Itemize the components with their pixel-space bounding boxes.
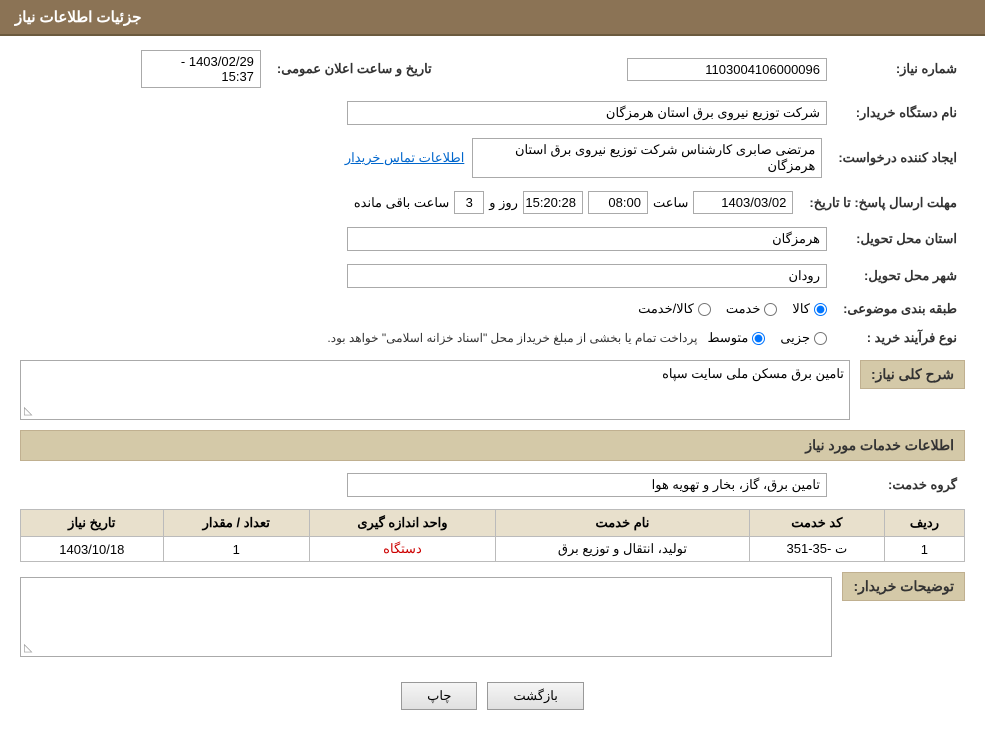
print-button[interactable]: چاپ bbox=[401, 682, 477, 710]
process-note: پرداخت تمام یا بخشی از مبلغ خریداز محل "… bbox=[327, 331, 697, 345]
deadline-time-box: 08:00 bbox=[588, 191, 648, 214]
process-partial-label: جزیی bbox=[780, 330, 810, 346]
buyer-notes-title: توضیحات خریدار: bbox=[842, 572, 965, 601]
service-group-table: گروه خدمت: تامین برق، گاز، بخار و تهویه … bbox=[20, 469, 965, 501]
col-service-name: نام خدمت bbox=[496, 510, 750, 537]
category-radio-group: کالا خدمت کالا/خدمت bbox=[28, 301, 827, 317]
deadline-remaining-label: ساعت باقی مانده bbox=[354, 195, 449, 211]
announce-date-label: تاریخ و ساعت اعلان عمومی: bbox=[269, 46, 440, 92]
page-container: جزئیات اطلاعات نیاز شماره نیاز: 11030041… bbox=[0, 0, 985, 730]
general-desc-box: تامین برق مسکن ملی سایت سپاه ◺ bbox=[20, 360, 850, 420]
services-section-title: اطلاعات خدمات مورد نیاز bbox=[20, 430, 965, 461]
col-row-num: ردیف bbox=[884, 510, 964, 537]
deadline-remaining-box: 15:20:28 bbox=[523, 191, 583, 214]
announce-date-box: 1403/02/29 - 15:37 bbox=[141, 50, 261, 88]
buyer-notes-content bbox=[21, 578, 831, 653]
buyer-org-box: شرکت توزیع نیروی برق استان هرمزگان bbox=[347, 101, 827, 125]
services-table-body: 1 ت -35-351 تولید، انتقال و توزیع برق دس… bbox=[21, 537, 965, 562]
request-number-label: شماره نیاز: bbox=[835, 46, 965, 92]
category-goods-label: کالا bbox=[792, 301, 810, 317]
unit: دستگاه bbox=[309, 537, 495, 562]
general-desc-section: شرح کلی نیاز: تامین برق مسکن ملی سایت سپ… bbox=[20, 360, 965, 420]
province-label: استان محل تحویل: bbox=[835, 223, 965, 255]
buyer-notes-section: توضیحات خریدار: ◺ bbox=[20, 572, 965, 657]
city-box: رودان bbox=[347, 264, 827, 288]
process-medium-label: متوسط bbox=[707, 330, 748, 346]
col-quantity: تعداد / مقدار bbox=[163, 510, 309, 537]
info-table-row7: طبقه بندی موضوعی: کالا خدمت bbox=[20, 297, 965, 321]
services-table-header: ردیف کد خدمت نام خدمت واحد اندازه گیری ت… bbox=[21, 510, 965, 537]
creator-label: ایجاد کننده درخواست: bbox=[830, 134, 965, 182]
category-label: طبقه بندی موضوعی: bbox=[835, 297, 965, 321]
buyer-org-value: شرکت توزیع نیروی برق استان هرمزگان bbox=[20, 97, 835, 129]
service-group-label: گروه خدمت: bbox=[835, 469, 965, 501]
service-name: تولید، انتقال و توزیع برق bbox=[496, 537, 750, 562]
category-radio-both[interactable]: کالا/خدمت bbox=[638, 301, 711, 317]
category-both-label: کالا/خدمت bbox=[638, 301, 694, 317]
quantity: 1 bbox=[163, 537, 309, 562]
category-radio-service[interactable]: خدمت bbox=[726, 301, 778, 317]
request-number-value: 1103004106000096 bbox=[440, 46, 835, 92]
info-table-row8: نوع فرآیند خرید : جزیی متوسط bbox=[20, 326, 965, 350]
general-desc-content: تامین برق مسکن ملی سایت سپاه bbox=[662, 366, 844, 381]
creator-box: مرتضی صابری کارشناس شرکت توزیع نیروی برق… bbox=[472, 138, 822, 178]
process-radio-group: جزیی متوسط bbox=[707, 330, 827, 346]
info-table-row6: شهر محل تحویل: رودان bbox=[20, 260, 965, 292]
deadline-row: 1403/03/02 ساعت 08:00 15:20:28 روز و 3 س… bbox=[20, 187, 801, 218]
info-table-row2: نام دستگاه خریدار: شرکت توزیع نیروی برق … bbox=[20, 97, 965, 129]
desc-corner-mark: ◺ bbox=[24, 404, 32, 417]
buttons-row: بازگشت چاپ bbox=[20, 667, 965, 720]
province-box: هرمزگان bbox=[347, 227, 827, 251]
service-group-value: تامین برق، گاز، بخار و تهویه هوا bbox=[20, 469, 835, 501]
col-unit: واحد اندازه گیری bbox=[309, 510, 495, 537]
need-date: 1403/10/18 bbox=[21, 537, 164, 562]
general-desc-title: شرح کلی نیاز: bbox=[860, 360, 965, 389]
category-radio-goods[interactable]: کالا bbox=[792, 301, 827, 317]
buyer-notes-container: ◺ bbox=[20, 572, 832, 657]
buyer-notes-corner-mark: ◺ bbox=[24, 641, 32, 654]
province-value: هرمزگان bbox=[20, 223, 835, 255]
deadline-label: مهلت ارسال پاسخ: تا تاریخ: bbox=[801, 187, 965, 218]
main-content: شماره نیاز: 1103004106000096 تاریخ و ساع… bbox=[0, 36, 985, 730]
deadline-time-label: ساعت bbox=[653, 195, 688, 211]
info-table-row1: شماره نیاز: 1103004106000096 تاریخ و ساع… bbox=[20, 46, 965, 92]
deadline-days-box: 3 bbox=[454, 191, 484, 214]
deadline-days-label: روز و bbox=[489, 195, 518, 211]
creator-value: مرتضی صابری کارشناس شرکت توزیع نیروی برق… bbox=[20, 134, 830, 182]
process-radio-partial[interactable]: جزیی bbox=[780, 330, 827, 346]
process-radio-medium[interactable]: متوسط bbox=[707, 330, 765, 346]
process-label: نوع فرآیند خرید : bbox=[835, 326, 965, 350]
category-value: کالا خدمت کالا/خدمت bbox=[20, 297, 835, 321]
table-row: 1 ت -35-351 تولید، انتقال و توزیع برق دس… bbox=[21, 537, 965, 562]
header-title: جزئیات اطلاعات نیاز bbox=[15, 9, 142, 26]
category-service-label: خدمت bbox=[726, 301, 761, 317]
col-date: تاریخ نیاز bbox=[21, 510, 164, 537]
request-number-box: 1103004106000096 bbox=[627, 58, 827, 81]
services-table: ردیف کد خدمت نام خدمت واحد اندازه گیری ت… bbox=[20, 509, 965, 562]
city-label: شهر محل تحویل: bbox=[835, 260, 965, 292]
process-value: جزیی متوسط پرداخت تمام یا بخشی از مبلغ خ… bbox=[20, 326, 835, 350]
buyer-notes-box: ◺ bbox=[20, 577, 832, 657]
col-service-code: کد خدمت bbox=[749, 510, 884, 537]
general-desc-container: تامین برق مسکن ملی سایت سپاه ◺ bbox=[20, 360, 850, 420]
page-header: جزئیات اطلاعات نیاز bbox=[0, 0, 985, 36]
announce-date-value: 1403/02/29 - 15:37 bbox=[20, 46, 269, 92]
back-button[interactable]: بازگشت bbox=[487, 682, 583, 710]
buyer-org-label: نام دستگاه خریدار: bbox=[835, 97, 965, 129]
info-table-row4: مهلت ارسال پاسخ: تا تاریخ: 1403/03/02 سا… bbox=[20, 187, 965, 218]
service-group-box: تامین برق، گاز، بخار و تهویه هوا bbox=[347, 473, 827, 497]
service-code: ت -35-351 bbox=[749, 537, 884, 562]
info-table-row3: ایجاد کننده درخواست: مرتضی صابری کارشناس… bbox=[20, 134, 965, 182]
info-table-row5: استان محل تحویل: هرمزگان bbox=[20, 223, 965, 255]
row-num: 1 bbox=[884, 537, 964, 562]
contact-link[interactable]: اطلاعات تماس خریدار bbox=[345, 150, 464, 166]
deadline-date-box: 1403/03/02 bbox=[693, 191, 793, 214]
city-value: رودان bbox=[20, 260, 835, 292]
